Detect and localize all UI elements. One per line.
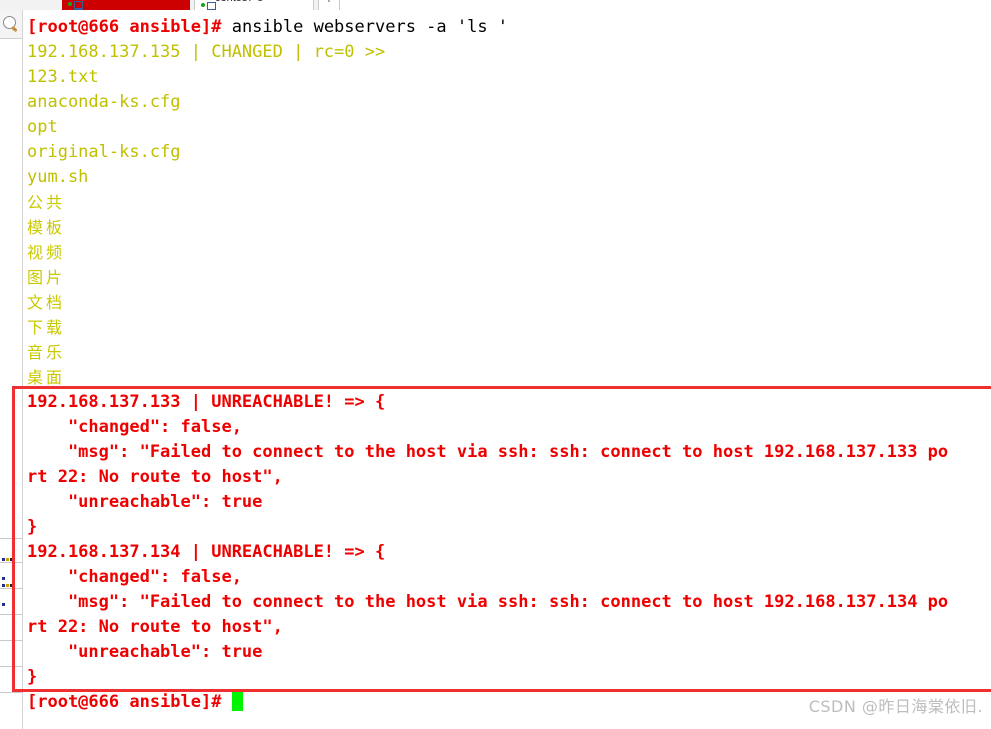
new-tab-button[interactable]: + — [318, 0, 340, 10]
session-sidebar — [0, 10, 23, 729]
search-icon[interactable] — [2, 15, 20, 33]
tab-strip-left-filler — [0, 0, 62, 10]
terminal-line: anaconda-ks.cfg — [27, 90, 948, 115]
terminal-text: 192.168.137.135 | CHANGED | rc=0 >> — [27, 42, 386, 62]
terminal-text: 文档 — [27, 293, 66, 312]
tab-centos7-5-secondary[interactable]: centos7-5 — [194, 0, 314, 10]
terminal-text: [root@666 ansible]# — [27, 692, 232, 712]
terminal-line: 192.168.137.134 | UNREACHABLE! => { — [27, 540, 948, 565]
terminal-line: "changed": false, — [27, 565, 948, 590]
terminal-text: } — [27, 517, 38, 537]
terminal-text: 图片 — [27, 268, 66, 287]
terminal-text: 123.txt — [27, 67, 99, 87]
terminal-line: yum.sh — [27, 165, 948, 190]
terminal-text: yum.sh — [27, 167, 89, 187]
sidebar-header — [0, 10, 22, 39]
tab-label: centos7-5 — [215, 0, 263, 4]
terminal-text: 模板 — [27, 218, 66, 237]
terminal-line: rt 22: No route to host", — [27, 465, 948, 490]
terminal-line: "msg": "Failed to connect to the host vi… — [27, 590, 948, 615]
terminal-text: "msg": "Failed to connect to the host vi… — [27, 442, 949, 462]
sidebar-tree-item[interactable] — [2, 572, 16, 606]
terminal-pane[interactable]: [root@666 ansible]# ansible webservers -… — [22, 10, 991, 729]
terminal-text: 桌面 — [27, 368, 66, 387]
terminal-text: anaconda-ks.cfg — [27, 92, 181, 112]
terminal-text: "unreachable": true — [27, 492, 263, 512]
terminal-output: [root@666 ansible]# ansible webservers -… — [22, 10, 948, 715]
terminal-text: ansible webservers -a 'ls ' — [231, 17, 509, 37]
terminal-line: "unreachable": true — [27, 640, 948, 665]
terminal-text: 192.168.137.133 | UNREACHABLE! => { — [27, 392, 386, 412]
terminal-text: 公共 — [27, 193, 66, 212]
terminal-line: 桌面 — [27, 365, 948, 390]
terminal-line: 视频 — [27, 240, 948, 265]
sidebar-divider — [0, 614, 22, 615]
sidebar-divider — [0, 692, 22, 693]
terminal-cursor — [231, 692, 243, 711]
terminal-line: "unreachable": true — [27, 490, 948, 515]
terminal-text: "msg": "Failed to connect to the host vi… — [27, 592, 949, 612]
terminal-line: 模板 — [27, 215, 948, 240]
terminal-line: 公共 — [27, 190, 948, 215]
terminal-line: } — [27, 665, 948, 690]
sidebar-tree-item[interactable] — [2, 546, 16, 580]
sidebar-divider — [0, 640, 22, 641]
terminal-line: rt 22: No route to host", — [27, 615, 948, 640]
sidebar-divider — [0, 666, 22, 667]
terminal-text: "changed": false, — [27, 567, 242, 587]
terminal-text: rt 22: No route to host", — [27, 617, 283, 637]
terminal-text: opt — [27, 117, 58, 137]
terminal-line: 音乐 — [27, 340, 948, 365]
tab-status-dot-icon — [201, 3, 205, 7]
terminal-line: 192.168.137.133 | UNREACHABLE! => { — [27, 390, 948, 415]
terminal-line: 图片 — [27, 265, 948, 290]
terminal-line: original-ks.cfg — [27, 140, 948, 165]
search-icon-handle — [11, 26, 18, 32]
terminal-line: } — [27, 515, 948, 540]
terminal-text: 下载 — [27, 318, 66, 337]
terminal-line: "changed": false, — [27, 415, 948, 440]
terminal-text: 192.168.137.134 | UNREACHABLE! => { — [27, 542, 386, 562]
tab-label: centos7-5 — [82, 0, 130, 3]
terminal-text: 视频 — [27, 243, 66, 262]
terminal-line: [root@666 ansible]# ansible webservers -… — [27, 15, 948, 40]
terminal-text: "unreachable": true — [27, 642, 263, 662]
tab-strip-right-filler — [340, 0, 991, 10]
terminal-text: [root@666 ansible]# — [27, 17, 232, 37]
sidebar-divider — [0, 588, 22, 589]
terminal-icon — [207, 2, 216, 10]
terminal-line: 192.168.137.135 | CHANGED | rc=0 >> — [27, 40, 948, 65]
terminal-icon — [74, 1, 83, 10]
terminal-line: 123.txt — [27, 65, 948, 90]
tab-centos7-5-active[interactable]: centos7-5 — [62, 0, 190, 10]
terminal-line: opt — [27, 115, 948, 140]
terminal-line: "msg": "Failed to connect to the host vi… — [27, 440, 948, 465]
terminal-text: "changed": false, — [27, 417, 242, 437]
sidebar-divider — [0, 562, 22, 563]
terminal-line: 下载 — [27, 315, 948, 340]
tab-status-dot-icon — [68, 2, 72, 6]
terminal-text: rt 22: No route to host", — [27, 467, 283, 487]
watermark: CSDN @昨日海棠依旧. — [808, 697, 983, 716]
terminal-line: 文档 — [27, 290, 948, 315]
terminal-text: } — [27, 667, 38, 687]
terminal-text: 音乐 — [27, 343, 66, 362]
sidebar-divider — [0, 538, 22, 539]
terminal-text: original-ks.cfg — [27, 142, 181, 162]
tab-strip: centos7-5 centos7-5 + — [0, 0, 991, 10]
